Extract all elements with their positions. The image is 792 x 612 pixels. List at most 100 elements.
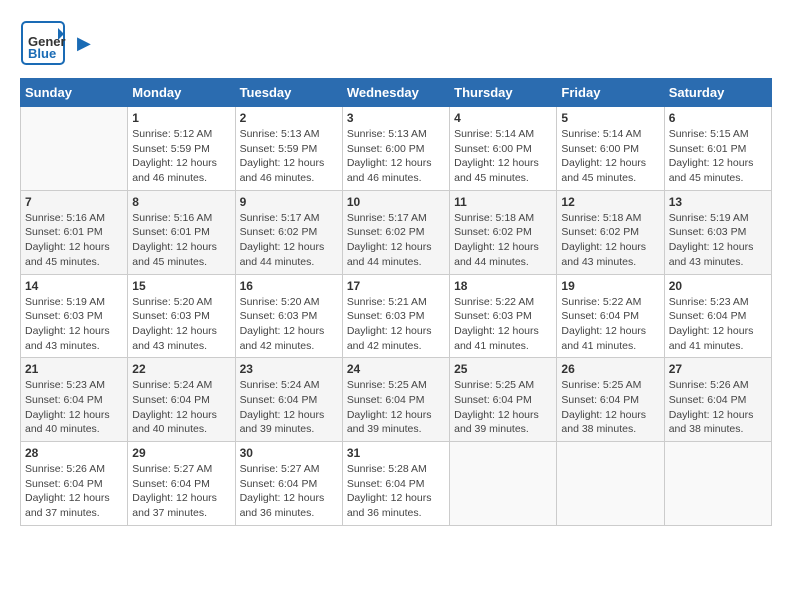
calendar-cell: 8 Sunrise: 5:16 AM Sunset: 6:01 PM Daylig… (128, 190, 235, 274)
day-number: 11 (454, 195, 552, 209)
calendar-cell: 25 Sunrise: 5:25 AM Sunset: 6:04 PM Dayli… (450, 358, 557, 442)
day-info: Sunrise: 5:13 AM Sunset: 5:59 PM Dayligh… (240, 127, 338, 186)
calendar-cell: 12 Sunrise: 5:18 AM Sunset: 6:02 PM Dayli… (557, 190, 664, 274)
day-number: 14 (25, 279, 123, 293)
day-info: Sunrise: 5:22 AM Sunset: 6:03 PM Dayligh… (454, 295, 552, 354)
calendar-week-4: 21Sunrise: 5:23 AM Sunset: 6:04 PM Dayli… (21, 358, 772, 442)
calendar-cell (664, 442, 771, 526)
calendar-cell: 23Sunrise: 5:24 AM Sunset: 6:04 PM Dayli… (235, 358, 342, 442)
day-info: Sunrise: 5:14 AM Sunset: 6:00 PM Dayligh… (454, 127, 552, 186)
calendar-cell: 17 Sunrise: 5:21 AM Sunset: 6:03 PM Dayli… (342, 274, 449, 358)
day-number: 30 (240, 446, 338, 460)
weekday-header-wednesday: Wednesday (342, 79, 449, 107)
day-number: 21 (25, 362, 123, 376)
weekday-header-tuesday: Tuesday (235, 79, 342, 107)
day-info: Sunrise: 5:18 AM Sunset: 6:02 PM Dayligh… (561, 211, 659, 270)
day-number: 13 (669, 195, 767, 209)
day-number: 2 (240, 111, 338, 125)
calendar-week-2: 7Sunrise: 5:16 AM Sunset: 6:01 PM Daylig… (21, 190, 772, 274)
day-number: 26 (561, 362, 659, 376)
day-info: Sunrise: 5:15 AM Sunset: 6:01 PM Dayligh… (669, 127, 767, 186)
day-number: 17 (347, 279, 445, 293)
day-info: Sunrise: 5:21 AM Sunset: 6:03 PM Dayligh… (347, 295, 445, 354)
day-number: 6 (669, 111, 767, 125)
day-info: Sunrise: 5:20 AM Sunset: 6:03 PM Dayligh… (240, 295, 338, 354)
header: General Blue ▶ (20, 20, 772, 66)
calendar-week-1: 1 Sunrise: 5:12 AM Sunset: 5:59 PM Daylig… (21, 107, 772, 191)
day-number: 4 (454, 111, 552, 125)
day-number: 1 (132, 111, 230, 125)
day-info: Sunrise: 5:26 AM Sunset: 6:04 PM Dayligh… (669, 378, 767, 437)
day-number: 24 (347, 362, 445, 376)
calendar-cell: 18 Sunrise: 5:22 AM Sunset: 6:03 PM Dayli… (450, 274, 557, 358)
day-number: 18 (454, 279, 552, 293)
calendar-cell: 9 Sunrise: 5:17 AM Sunset: 6:02 PM Daylig… (235, 190, 342, 274)
day-number: 3 (347, 111, 445, 125)
calendar-cell: 14Sunrise: 5:19 AM Sunset: 6:03 PM Dayli… (21, 274, 128, 358)
day-info: Sunrise: 5:25 AM Sunset: 6:04 PM Dayligh… (561, 378, 659, 437)
day-number: 29 (132, 446, 230, 460)
day-info: Sunrise: 5:26 AM Sunset: 6:04 PM Dayligh… (25, 462, 123, 521)
day-info: Sunrise: 5:19 AM Sunset: 6:03 PM Dayligh… (669, 211, 767, 270)
day-number: 27 (669, 362, 767, 376)
calendar-header: SundayMondayTuesdayWednesdayThursdayFrid… (21, 79, 772, 107)
day-info: Sunrise: 5:27 AM Sunset: 6:04 PM Dayligh… (132, 462, 230, 521)
day-number: 10 (347, 195, 445, 209)
calendar-cell (450, 442, 557, 526)
day-info: Sunrise: 5:25 AM Sunset: 6:04 PM Dayligh… (454, 378, 552, 437)
logo-icon: General Blue (20, 20, 66, 66)
calendar-cell: 10 Sunrise: 5:17 AM Sunset: 6:02 PM Dayli… (342, 190, 449, 274)
logo-text: ▶ (74, 33, 91, 54)
calendar-week-5: 28 Sunrise: 5:26 AM Sunset: 6:04 PM Dayli… (21, 442, 772, 526)
calendar-cell (21, 107, 128, 191)
day-number: 8 (132, 195, 230, 209)
day-info: Sunrise: 5:23 AM Sunset: 6:04 PM Dayligh… (669, 295, 767, 354)
day-info: Sunrise: 5:17 AM Sunset: 6:02 PM Dayligh… (347, 211, 445, 270)
calendar-cell: 6 Sunrise: 5:15 AM Sunset: 6:01 PM Daylig… (664, 107, 771, 191)
calendar-cell: 13 Sunrise: 5:19 AM Sunset: 6:03 PM Dayli… (664, 190, 771, 274)
day-info: Sunrise: 5:18 AM Sunset: 6:02 PM Dayligh… (454, 211, 552, 270)
svg-text:Blue: Blue (28, 46, 56, 61)
calendar-cell: 30 Sunrise: 5:27 AM Sunset: 6:04 PM Dayli… (235, 442, 342, 526)
calendar-cell: 4 Sunrise: 5:14 AM Sunset: 6:00 PM Daylig… (450, 107, 557, 191)
day-info: Sunrise: 5:16 AM Sunset: 6:01 PM Dayligh… (25, 211, 123, 270)
calendar-cell: 20Sunrise: 5:23 AM Sunset: 6:04 PM Dayli… (664, 274, 771, 358)
logo: General Blue ▶ (20, 20, 91, 66)
day-number: 23 (240, 362, 338, 376)
day-number: 9 (240, 195, 338, 209)
day-info: Sunrise: 5:22 AM Sunset: 6:04 PM Dayligh… (561, 295, 659, 354)
weekday-header-saturday: Saturday (664, 79, 771, 107)
day-number: 25 (454, 362, 552, 376)
day-info: Sunrise: 5:24 AM Sunset: 6:04 PM Dayligh… (132, 378, 230, 437)
day-info: Sunrise: 5:12 AM Sunset: 5:59 PM Dayligh… (132, 127, 230, 186)
weekday-header-sunday: Sunday (21, 79, 128, 107)
day-number: 19 (561, 279, 659, 293)
weekday-row: SundayMondayTuesdayWednesdayThursdayFrid… (21, 79, 772, 107)
day-info: Sunrise: 5:13 AM Sunset: 6:00 PM Dayligh… (347, 127, 445, 186)
day-info: Sunrise: 5:28 AM Sunset: 6:04 PM Dayligh… (347, 462, 445, 521)
calendar-cell: 5Sunrise: 5:14 AM Sunset: 6:00 PM Daylig… (557, 107, 664, 191)
calendar-cell: 29 Sunrise: 5:27 AM Sunset: 6:04 PM Dayli… (128, 442, 235, 526)
day-info: Sunrise: 5:27 AM Sunset: 6:04 PM Dayligh… (240, 462, 338, 521)
day-number: 16 (240, 279, 338, 293)
calendar-cell: 2 Sunrise: 5:13 AM Sunset: 5:59 PM Daylig… (235, 107, 342, 191)
calendar-cell: 28 Sunrise: 5:26 AM Sunset: 6:04 PM Dayli… (21, 442, 128, 526)
day-number: 5 (561, 111, 659, 125)
weekday-header-friday: Friday (557, 79, 664, 107)
calendar-cell: 22Sunrise: 5:24 AM Sunset: 6:04 PM Dayli… (128, 358, 235, 442)
calendar-cell: 31Sunrise: 5:28 AM Sunset: 6:04 PM Dayli… (342, 442, 449, 526)
calendar-cell: 19 Sunrise: 5:22 AM Sunset: 6:04 PM Dayli… (557, 274, 664, 358)
calendar-cell: 3 Sunrise: 5:13 AM Sunset: 6:00 PM Daylig… (342, 107, 449, 191)
day-number: 12 (561, 195, 659, 209)
calendar-cell: 7Sunrise: 5:16 AM Sunset: 6:01 PM Daylig… (21, 190, 128, 274)
day-number: 28 (25, 446, 123, 460)
calendar-week-3: 14Sunrise: 5:19 AM Sunset: 6:03 PM Dayli… (21, 274, 772, 358)
day-info: Sunrise: 5:17 AM Sunset: 6:02 PM Dayligh… (240, 211, 338, 270)
day-info: Sunrise: 5:16 AM Sunset: 6:01 PM Dayligh… (132, 211, 230, 270)
calendar-cell: 21Sunrise: 5:23 AM Sunset: 6:04 PM Dayli… (21, 358, 128, 442)
calendar-cell: 16 Sunrise: 5:20 AM Sunset: 6:03 PM Dayli… (235, 274, 342, 358)
calendar-body: 1 Sunrise: 5:12 AM Sunset: 5:59 PM Daylig… (21, 107, 772, 526)
weekday-header-monday: Monday (128, 79, 235, 107)
calendar-cell: 27 Sunrise: 5:26 AM Sunset: 6:04 PM Dayli… (664, 358, 771, 442)
logo-mark: General Blue (20, 20, 66, 66)
